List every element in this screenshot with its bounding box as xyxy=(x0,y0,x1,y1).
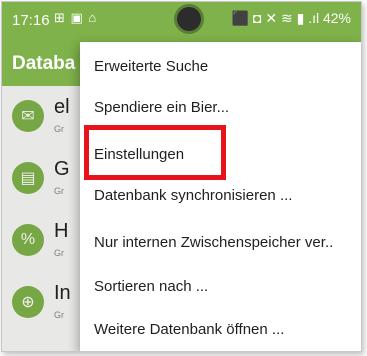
overflow-menu: Erweiterte Suche Spendiere ein Bier... E… xyxy=(80,42,361,351)
system-status-icons: ⬛ ◘ ✕ ≋ ▮ .ıl 42% xyxy=(231,10,351,26)
menu-item-local-cache-only[interactable]: Nur internen Zwischenspeicher ver.. xyxy=(94,234,333,251)
front-camera-icon xyxy=(177,7,201,31)
menu-item-open-another-database[interactable]: Weitere Datenbank öffnen ... xyxy=(94,321,284,338)
menu-item-sort-by[interactable]: Sortieren nach ... xyxy=(94,278,208,295)
menu-item-donate[interactable]: Spendiere ein Bier... xyxy=(94,99,229,116)
notification-icons: ⊞ ▣ ⌂ xyxy=(54,10,98,25)
menu-item-sync-database[interactable]: Datenbank synchronisieren ... xyxy=(94,187,292,204)
menu-item-advanced-search[interactable]: Erweiterte Suche xyxy=(94,58,208,75)
status-time: 17:16 xyxy=(12,12,50,29)
settings-highlight-box xyxy=(84,125,226,180)
toolbar-title: Databa xyxy=(12,53,76,74)
phone-screen: 17:16 ⊞ ▣ ⌂ ⬛ ◘ ✕ ≋ ▮ .ıl 42% Databa ✉ e… xyxy=(1,1,362,352)
status-bar: 17:16 ⊞ ▣ ⌂ ⬛ ◘ ✕ ≋ ▮ .ıl 42% xyxy=(2,2,361,38)
